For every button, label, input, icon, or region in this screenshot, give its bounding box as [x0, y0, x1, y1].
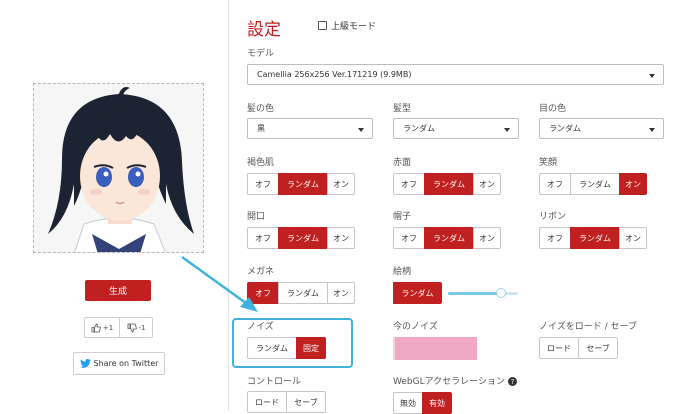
blush-off[interactable]: オフ — [393, 173, 425, 195]
current-noise-label: 今のノイズ — [393, 322, 438, 332]
tan-skin-random[interactable]: ランダム — [278, 173, 328, 195]
generated-character-image — [33, 83, 204, 253]
art-style-slider[interactable] — [448, 288, 518, 298]
twitter-bird-icon — [79, 359, 91, 368]
glasses-on[interactable]: オン — [327, 282, 355, 304]
upvote-button[interactable]: +1 — [84, 317, 120, 338]
hair-style-label: 髪型 — [393, 104, 412, 114]
open-mouth-on[interactable]: オン — [327, 227, 355, 249]
advanced-mode-label: 上級モード — [331, 22, 377, 32]
tan-skin-toggle: オフ ランダム オン — [247, 173, 355, 195]
blush-random[interactable]: ランダム — [424, 173, 474, 195]
open-mouth-off[interactable]: オフ — [247, 227, 279, 249]
thumbs-up-icon — [91, 323, 101, 332]
model-selected: Camellia 256x256 Ver.171219 (9.9MB) — [257, 70, 412, 79]
smile-random[interactable]: ランダム — [570, 173, 620, 195]
tan-skin-off[interactable]: オフ — [247, 173, 279, 195]
control-save-button[interactable]: セーブ — [286, 391, 326, 413]
open-mouth-random[interactable]: ランダム — [278, 227, 328, 249]
noise-load-save-group: ロード セーブ — [539, 337, 618, 359]
checkbox-box[interactable] — [318, 21, 327, 30]
glasses-toggle: オフ ランダム オン — [247, 282, 355, 304]
ribbon-label: リボン — [539, 212, 567, 222]
hair-color-label: 髪の色 — [247, 104, 275, 114]
downvote-button[interactable]: -1 — [119, 317, 153, 338]
ribbon-on[interactable]: オン — [619, 227, 647, 249]
smile-on[interactable]: オン — [619, 173, 647, 195]
advanced-mode-checkbox[interactable]: 上級モード — [318, 19, 376, 32]
upvote-label: +1 — [102, 323, 114, 332]
control-label: コントロール — [247, 377, 302, 387]
blush-on[interactable]: オン — [473, 173, 501, 195]
open-mouth-label: 開口 — [247, 212, 266, 222]
open-mouth-toggle: オフ ランダム オン — [247, 227, 355, 249]
hat-toggle: オフ ランダム オン — [393, 227, 501, 249]
noise-load-save-label: ノイズをロード / セーブ — [539, 322, 637, 332]
eye-color-select[interactable]: ランダム — [539, 118, 664, 139]
hat-off[interactable]: オフ — [393, 227, 425, 249]
ribbon-off[interactable]: オフ — [539, 227, 571, 249]
hair-color-select[interactable]: 黒 — [247, 118, 373, 139]
control-load-save-group: ロード セーブ — [247, 391, 326, 413]
art-style-toggle: ランダム — [393, 282, 442, 304]
noise-load-button[interactable]: ロード — [539, 337, 579, 359]
glasses-random[interactable]: ランダム — [278, 282, 328, 304]
chevron-down-icon — [649, 128, 655, 132]
eye-color-label: 目の色 — [539, 104, 567, 114]
glasses-label: メガネ — [247, 267, 275, 277]
smile-label: 笑顔 — [539, 158, 558, 168]
chevron-down-icon — [358, 128, 364, 132]
hair-color-selected: 黒 — [257, 124, 265, 133]
question-circle-icon[interactable]: ? — [507, 377, 517, 386]
hair-style-select[interactable]: ランダム — [393, 118, 519, 139]
smile-off[interactable]: オフ — [539, 173, 571, 195]
model-select[interactable]: Camellia 256x256 Ver.171219 (9.9MB) — [247, 64, 664, 85]
generate-button[interactable]: 生成 — [85, 280, 151, 301]
control-load-button[interactable]: ロード — [247, 391, 287, 413]
slider-fill — [448, 292, 501, 295]
hat-on[interactable]: オン — [473, 227, 501, 249]
webgl-label: WebGLアクセラレーション? — [393, 374, 517, 387]
ribbon-random[interactable]: ランダム — [570, 227, 620, 249]
share-on-twitter-button[interactable]: Share on Twitter — [73, 352, 165, 375]
noise-highlight-box — [232, 318, 353, 368]
blush-toggle: オフ ランダム オン — [393, 173, 501, 195]
settings-title: 設定 — [247, 20, 281, 40]
share-label: Share on Twitter — [93, 359, 159, 368]
chevron-down-icon — [504, 128, 510, 132]
hat-random[interactable]: ランダム — [424, 227, 474, 249]
column-divider — [228, 0, 229, 411]
eye-color-selected: ランダム — [549, 124, 581, 133]
blush-label: 赤面 — [393, 158, 412, 168]
webgl-label-text: WebGLアクセラレーション — [393, 377, 505, 387]
hair-style-selected: ランダム — [403, 124, 435, 133]
smile-toggle: オフ ランダム オン — [539, 173, 647, 195]
tan-skin-on[interactable]: オン — [327, 173, 355, 195]
thumbs-down-icon — [127, 323, 137, 332]
downvote-label: -1 — [138, 323, 146, 332]
current-noise-visualization — [393, 337, 477, 360]
tan-skin-label: 褐色肌 — [247, 158, 275, 168]
hat-label: 帽子 — [393, 212, 412, 222]
model-label: モデル — [247, 49, 275, 59]
glasses-off[interactable]: オフ — [247, 282, 279, 304]
art-style-random[interactable]: ランダム — [393, 282, 442, 304]
ribbon-toggle: オフ ランダム オン — [539, 227, 647, 249]
chevron-down-icon — [649, 74, 655, 78]
art-style-label: 絵柄 — [393, 267, 412, 277]
noise-save-button[interactable]: セーブ — [578, 337, 618, 359]
slider-thumb[interactable] — [495, 288, 506, 298]
